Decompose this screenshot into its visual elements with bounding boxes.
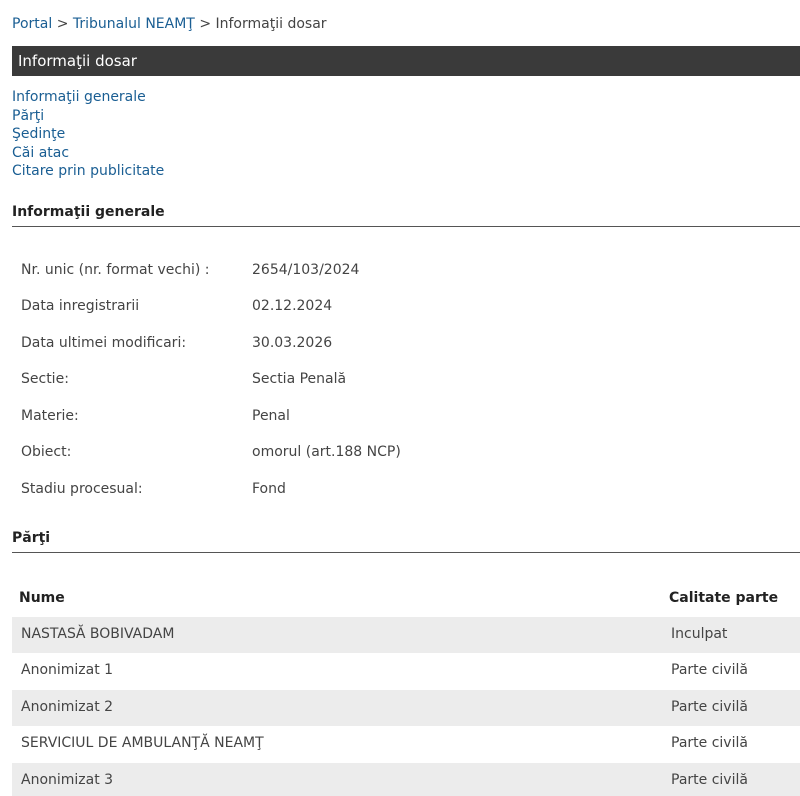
nav-link-appeals[interactable]: Căi atac [12,144,164,163]
party-name: Anonimizat 3 [21,772,114,788]
nav-link-general-info[interactable]: Informaţii generale [12,88,164,107]
breadcrumb-current: Informaţii dosar [215,16,327,32]
table-row: NASTASĂ BOBIVADAM Inculpat [12,617,800,653]
column-header-name: Nume [19,590,65,606]
page-title: Informaţii dosar [12,46,800,76]
info-value: omorul (art.188 NCP) [252,444,401,460]
party-role: Parte civilă [671,699,748,715]
info-label: Sectie: [21,371,69,387]
nav-link-parties[interactable]: Părţi [12,107,164,126]
breadcrumb: Portal > Tribunalul NEAMŢ > Informaţii d… [12,15,327,33]
section-nav: Informaţii generale Părţi Şedinţe Căi at… [12,88,164,181]
info-label: Stadiu procesual: [21,481,143,497]
info-value: 2654/103/2024 [252,262,360,278]
info-label: Data ultimei modificari: [21,335,187,351]
info-label: Materie: [21,408,79,424]
breadcrumb-separator: > [56,16,69,32]
info-label: Nr. unic (nr. format vechi) : [21,262,210,278]
info-value: Sectia Penală [252,371,347,387]
case-info-page: Portal > Tribunalul NEAMŢ > Informaţii d… [0,0,800,796]
info-label: Obiect: [21,444,72,460]
party-role: Inculpat [671,626,728,642]
nav-link-public-summons[interactable]: Citare prin publicitate [12,162,164,181]
party-name: Anonimizat 1 [21,662,114,678]
info-value: 02.12.2024 [252,298,333,314]
party-role: Parte civilă [671,662,748,678]
info-value: 30.03.2026 [252,335,333,351]
table-row: Anonimizat 3 Parte civilă [12,763,800,796]
table-row: SERVICIUL DE AMBULANŢĂ NEAMŢ Parte civil… [12,726,800,762]
table-row: Anonimizat 2 Parte civilă [12,690,800,726]
info-value: Penal [252,408,290,424]
breadcrumb-separator: > [199,16,212,32]
info-value: Fond [252,481,286,497]
column-header-role: Calitate parte [669,590,779,606]
info-label: Data inregistrarii [21,298,140,314]
party-name: SERVICIUL DE AMBULANŢĂ NEAMŢ [21,735,264,751]
parties-table-header: Nume Calitate parte [12,580,800,616]
party-role: Parte civilă [671,772,748,788]
general-info-heading: Informaţii generale [12,204,800,227]
breadcrumb-portal-link[interactable]: Portal [12,16,52,32]
table-row: Anonimizat 1 Parte civilă [12,653,800,689]
parties-heading: Părţi [12,530,800,553]
party-name: Anonimizat 2 [21,699,114,715]
party-name: NASTASĂ BOBIVADAM [21,626,175,642]
party-role: Parte civilă [671,735,748,751]
nav-link-hearings[interactable]: Şedinţe [12,125,164,144]
breadcrumb-court-link[interactable]: Tribunalul NEAMŢ [73,16,195,32]
